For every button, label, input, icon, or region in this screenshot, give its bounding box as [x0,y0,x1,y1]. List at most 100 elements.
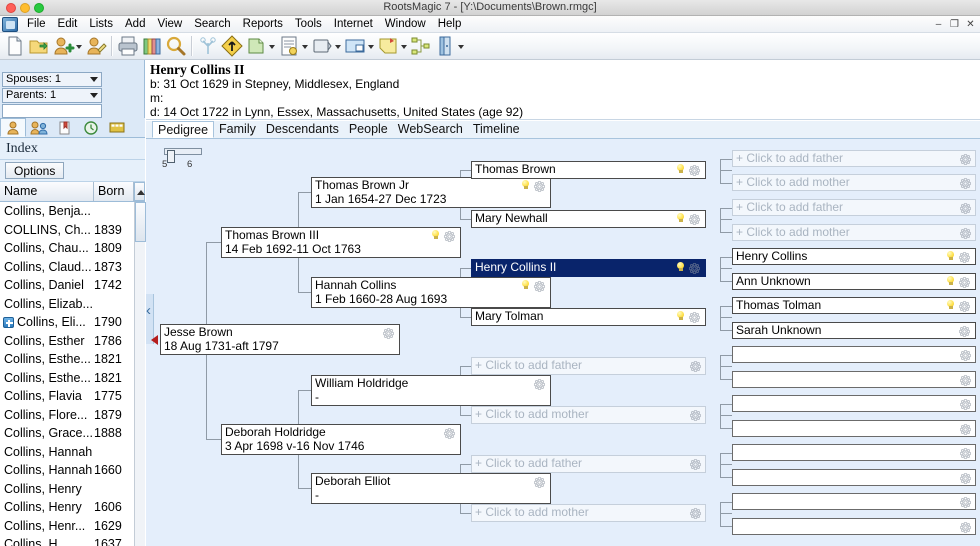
pedigree-options-icon[interactable] [960,375,971,386]
pedigree-node-g1_mother[interactable]: Deborah Holdridge 3 Apr 1698 v-16 Nov 174… [221,424,461,455]
pedigree-node-g4_b[interactable]: Ann Unknown [732,273,976,290]
list-item[interactable]: Collins, Benja... [0,202,134,221]
add-person-dropdown-caret[interactable] [75,34,84,58]
pedigree-canvas[interactable]: 5 6 Jesse Brown18 Aug 1731-aft 1797 Thoma… [146,139,980,546]
add-person-icon[interactable] [51,34,75,58]
tab-family[interactable]: Family [214,121,261,138]
spouses-dropdown[interactable]: Spouses: 1 [2,72,102,87]
media-dropdown-caret[interactable] [334,34,343,58]
list-item[interactable]: Collins, Hannah [0,443,134,462]
pedigree-options-icon[interactable] [960,497,971,508]
add-father-placeholder[interactable]: + Click to add father [471,357,706,375]
menu-item-window[interactable]: Window [379,16,432,32]
empty-ancestor-box[interactable] [732,346,976,363]
pedigree-options-icon[interactable] [960,228,971,239]
sidebar-bookmarks-tab[interactable] [52,118,78,137]
pedigree-options-icon[interactable] [444,428,455,439]
pedigree-node-g4_c[interactable]: Thomas Tolman [732,297,976,314]
list-item[interactable]: Collins, Chau... 1809 [0,239,134,258]
new-file-icon[interactable] [3,34,27,58]
tab-pedigree[interactable]: Pedigree [152,121,215,138]
add-mother-placeholder[interactable]: + Click to add mother [732,224,976,241]
empty-ancestor-box[interactable] [732,469,976,486]
mdi-close-button[interactable]: ✕ [965,19,976,30]
add-mother-placeholder[interactable]: + Click to add mother [471,504,706,522]
generation-slider-thumb[interactable] [167,150,175,163]
list-item[interactable]: Collins, Henr... 1629 [0,517,134,536]
menu-item-help[interactable]: Help [432,16,468,32]
lightbulb-icon[interactable] [431,230,440,242]
mdi-minimize-button[interactable]: – [933,19,944,30]
column-header-name[interactable]: Name [0,182,94,201]
sticky-note-icon[interactable] [376,34,400,58]
lightbulb-icon[interactable] [521,280,530,292]
list-item[interactable]: Collins, Esthe... 1821 [0,369,134,388]
index-name-list[interactable]: Collins, Benja... COLLINS, Ch... 1839 Colli… [0,202,134,546]
pedigree-options-icon[interactable] [690,361,701,372]
pedigree-node-g2_c[interactable]: William Holdridge - [311,375,551,406]
menu-item-view[interactable]: View [151,16,188,32]
lightbulb-icon[interactable] [676,213,685,225]
pedigree-options-icon[interactable] [689,263,700,274]
tab-timeline[interactable]: Timeline [468,121,525,138]
expand-plus-icon[interactable] [3,317,14,328]
pedigree-options-icon[interactable] [534,281,545,292]
pedigree-options-icon[interactable] [383,328,394,339]
list-item[interactable]: Collins, Grace... 1888 [0,424,134,443]
lightbulb-icon[interactable] [676,164,685,176]
empty-ancestor-box[interactable] [732,371,976,388]
pedigree-node-g2_a[interactable]: Thomas Brown Jr 1 Jan 1654-27 Dec 1723 [311,177,551,208]
notes-icon[interactable] [277,34,301,58]
pedigree-node-g2_d[interactable]: Deborah Elliot - [311,473,551,504]
pedigree-node-g3_a[interactable]: Thomas Brown [471,161,706,179]
pedigree-options-icon[interactable] [690,410,701,421]
pedigree-options-icon[interactable] [960,350,971,361]
pedigree-node-g3_d[interactable]: Mary Tolman [471,308,706,326]
pedigree-options-icon[interactable] [690,459,701,470]
menu-item-add[interactable]: Add [119,16,151,32]
exit-icon[interactable] [433,34,457,58]
pedigree-options-icon[interactable] [689,214,700,225]
menu-item-search[interactable]: Search [188,16,236,32]
pedigree-node-g4_d[interactable]: Sarah Unknown [732,322,976,339]
tree-icon[interactable] [196,34,220,58]
pedigree-options-icon[interactable] [534,379,545,390]
empty-ancestor-box[interactable] [732,493,976,510]
sticky-note-dropdown-caret[interactable] [400,34,409,58]
pedigree-node-g1_father[interactable]: Thomas Brown III 14 Feb 1692-11 Oct 1763 [221,227,461,258]
pedigree-node-root[interactable]: Jesse Brown 18 Aug 1731-aft 1797 [160,324,400,355]
menu-item-file[interactable]: File [21,16,52,32]
menu-item-internet[interactable]: Internet [328,16,379,32]
menu-item-edit[interactable]: Edit [52,16,84,32]
index-scroll-up-button[interactable] [134,182,145,201]
generation-slider-track[interactable] [164,148,202,163]
index-vertical-scrollbar[interactable] [134,202,146,546]
pedigree-options-icon[interactable] [444,231,455,242]
column-header-born[interactable]: Born [94,182,134,201]
pedigree-options-icon[interactable] [959,326,970,337]
pedigree-options-icon[interactable] [960,448,971,459]
lightbulb-icon[interactable] [946,300,955,312]
empty-ancestor-box[interactable] [732,395,976,412]
pedigree-node-g4_a[interactable]: Henry Collins [732,248,976,265]
pedigree-node-g3_b[interactable]: Mary Newhall [471,210,706,228]
pedigree-options-icon[interactable] [960,522,971,533]
list-item[interactable]: Collins, Henry [0,480,134,499]
empty-ancestor-box[interactable] [732,420,976,437]
pedigree-node-g3_c[interactable]: Henry Collins II [471,259,706,277]
media-icon[interactable] [310,34,334,58]
photo-dropdown-caret[interactable] [367,34,376,58]
list-item[interactable]: Collins, Esther 1786 [0,332,134,351]
sidebar-media-tab[interactable] [104,118,130,137]
list-item[interactable]: Collins, Flavia 1775 [0,387,134,406]
pedigree-options-icon[interactable] [959,301,970,312]
mdi-restore-button[interactable]: ❐ [949,19,960,30]
add-mother-placeholder[interactable]: + Click to add mother [471,406,706,424]
pedigree-options-icon[interactable] [959,277,970,288]
add-father-placeholder[interactable]: + Click to add father [732,150,976,167]
add-mother-placeholder[interactable]: + Click to add mother [732,174,976,191]
menu-item-reports[interactable]: Reports [237,16,289,32]
pedigree-options-icon[interactable] [960,203,971,214]
empty-ancestor-box[interactable] [732,444,976,461]
open-file-icon[interactable] [27,34,51,58]
